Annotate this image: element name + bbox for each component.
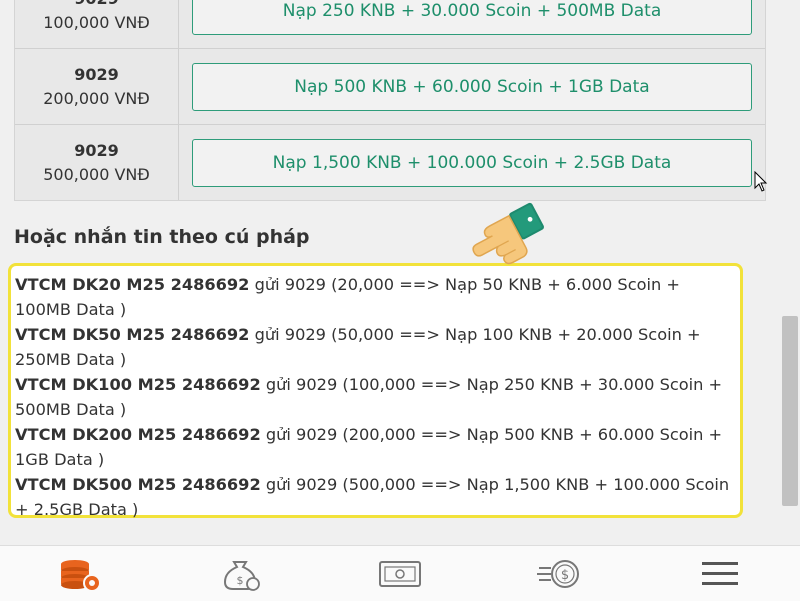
package-code: 9029: [74, 140, 119, 160]
page-content: 9029 100,000 VNĐ Nạp 250 KNB + 30.000 Sc…: [0, 0, 780, 545]
nav-item-menu[interactable]: [640, 546, 800, 601]
table-row: 9029 100,000 VNĐ Nạp 250 KNB + 30.000 Sc…: [15, 0, 765, 49]
package-code: 9029: [74, 0, 119, 11]
package-info: 9029 100,000 VNĐ: [15, 0, 179, 48]
bottom-nav: $ $: [0, 545, 800, 601]
banknote-icon: [379, 561, 421, 587]
package-info: 9029 500,000 VNĐ: [15, 125, 179, 200]
topup-button-200k[interactable]: Nạp 500 KNB + 60.000 Scoin + 1GB Data: [192, 62, 752, 111]
topup-button-500k[interactable]: Nạp 1,500 KNB + 100.000 Scoin + 2.5GB Da…: [192, 138, 752, 187]
sms-section-title: Hoặc nhắn tin theo cú pháp: [14, 226, 310, 248]
package-action: Nạp 1,500 KNB + 100.000 Scoin + 2.5GB Da…: [179, 125, 765, 200]
nav-item-banknote[interactable]: [320, 546, 480, 601]
sms-line: VTCM DK50 M25 2486692 gửi 9029 (50,000 =…: [15, 322, 736, 372]
package-price: 500,000 VNĐ: [43, 164, 150, 184]
package-action: Nạp 500 KNB + 60.000 Scoin + 1GB Data: [179, 49, 765, 124]
package-code: 9029: [74, 64, 119, 84]
package-info: 9029 200,000 VNĐ: [15, 49, 179, 124]
package-price: 200,000 VNĐ: [43, 88, 150, 108]
table-row: 9029 200,000 VNĐ Nạp 500 KNB + 60.000 Sc…: [15, 49, 765, 125]
nav-item-fast-coin[interactable]: $: [480, 546, 640, 601]
sms-syntax: VTCM DK200 M25 2486692: [15, 425, 261, 444]
money-bag-icon: $: [223, 561, 260, 591]
sms-line: VTCM DK500 M25 2486692 gửi 9029 (500,000…: [15, 472, 736, 522]
pointing-hand-icon: [472, 202, 545, 265]
sms-syntax-box: VTCM DK20 M25 2486692 gửi 9029 (20,000 =…: [8, 263, 743, 519]
sms-syntax: VTCM DK50 M25 2486692: [15, 325, 250, 344]
nav-item-topup[interactable]: [0, 546, 160, 601]
svg-text:$: $: [561, 568, 569, 583]
sms-syntax: VTCM DK100 M25 2486692: [15, 375, 261, 394]
package-price: 100,000 VNĐ: [43, 12, 150, 32]
sms-syntax: VTCM DK20 M25 2486692: [15, 275, 250, 294]
sms-line: VTCM DK100 M25 2486692 gửi 9029 (100,000…: [15, 372, 736, 422]
scrollbar-thumb[interactable]: [782, 316, 798, 506]
nav-item-money-bag[interactable]: $: [160, 546, 320, 601]
sms-line: VTCM DK20 M25 2486692 gửi 9029 (20,000 =…: [15, 272, 736, 322]
topup-button-100k[interactable]: Nạp 250 KNB + 30.000 Scoin + 500MB Data: [192, 0, 752, 35]
table-row: 9029 500,000 VNĐ Nạp 1,500 KNB + 100.000…: [15, 125, 765, 200]
package-action: Nạp 250 KNB + 30.000 Scoin + 500MB Data: [179, 0, 765, 48]
hamburger-menu-icon: [702, 562, 738, 585]
sms-line: VTCM DK200 M25 2486692 gửi 9029 (200,000…: [15, 422, 736, 472]
mouse-cursor-icon: [754, 171, 768, 192]
svg-text:$: $: [237, 574, 244, 587]
sms-syntax: VTCM DK500 M25 2486692: [15, 475, 261, 494]
fast-coin-icon: $: [537, 560, 579, 588]
package-table: 9029 100,000 VNĐ Nạp 250 KNB + 30.000 Sc…: [14, 0, 766, 201]
coins-icon: [61, 560, 101, 592]
